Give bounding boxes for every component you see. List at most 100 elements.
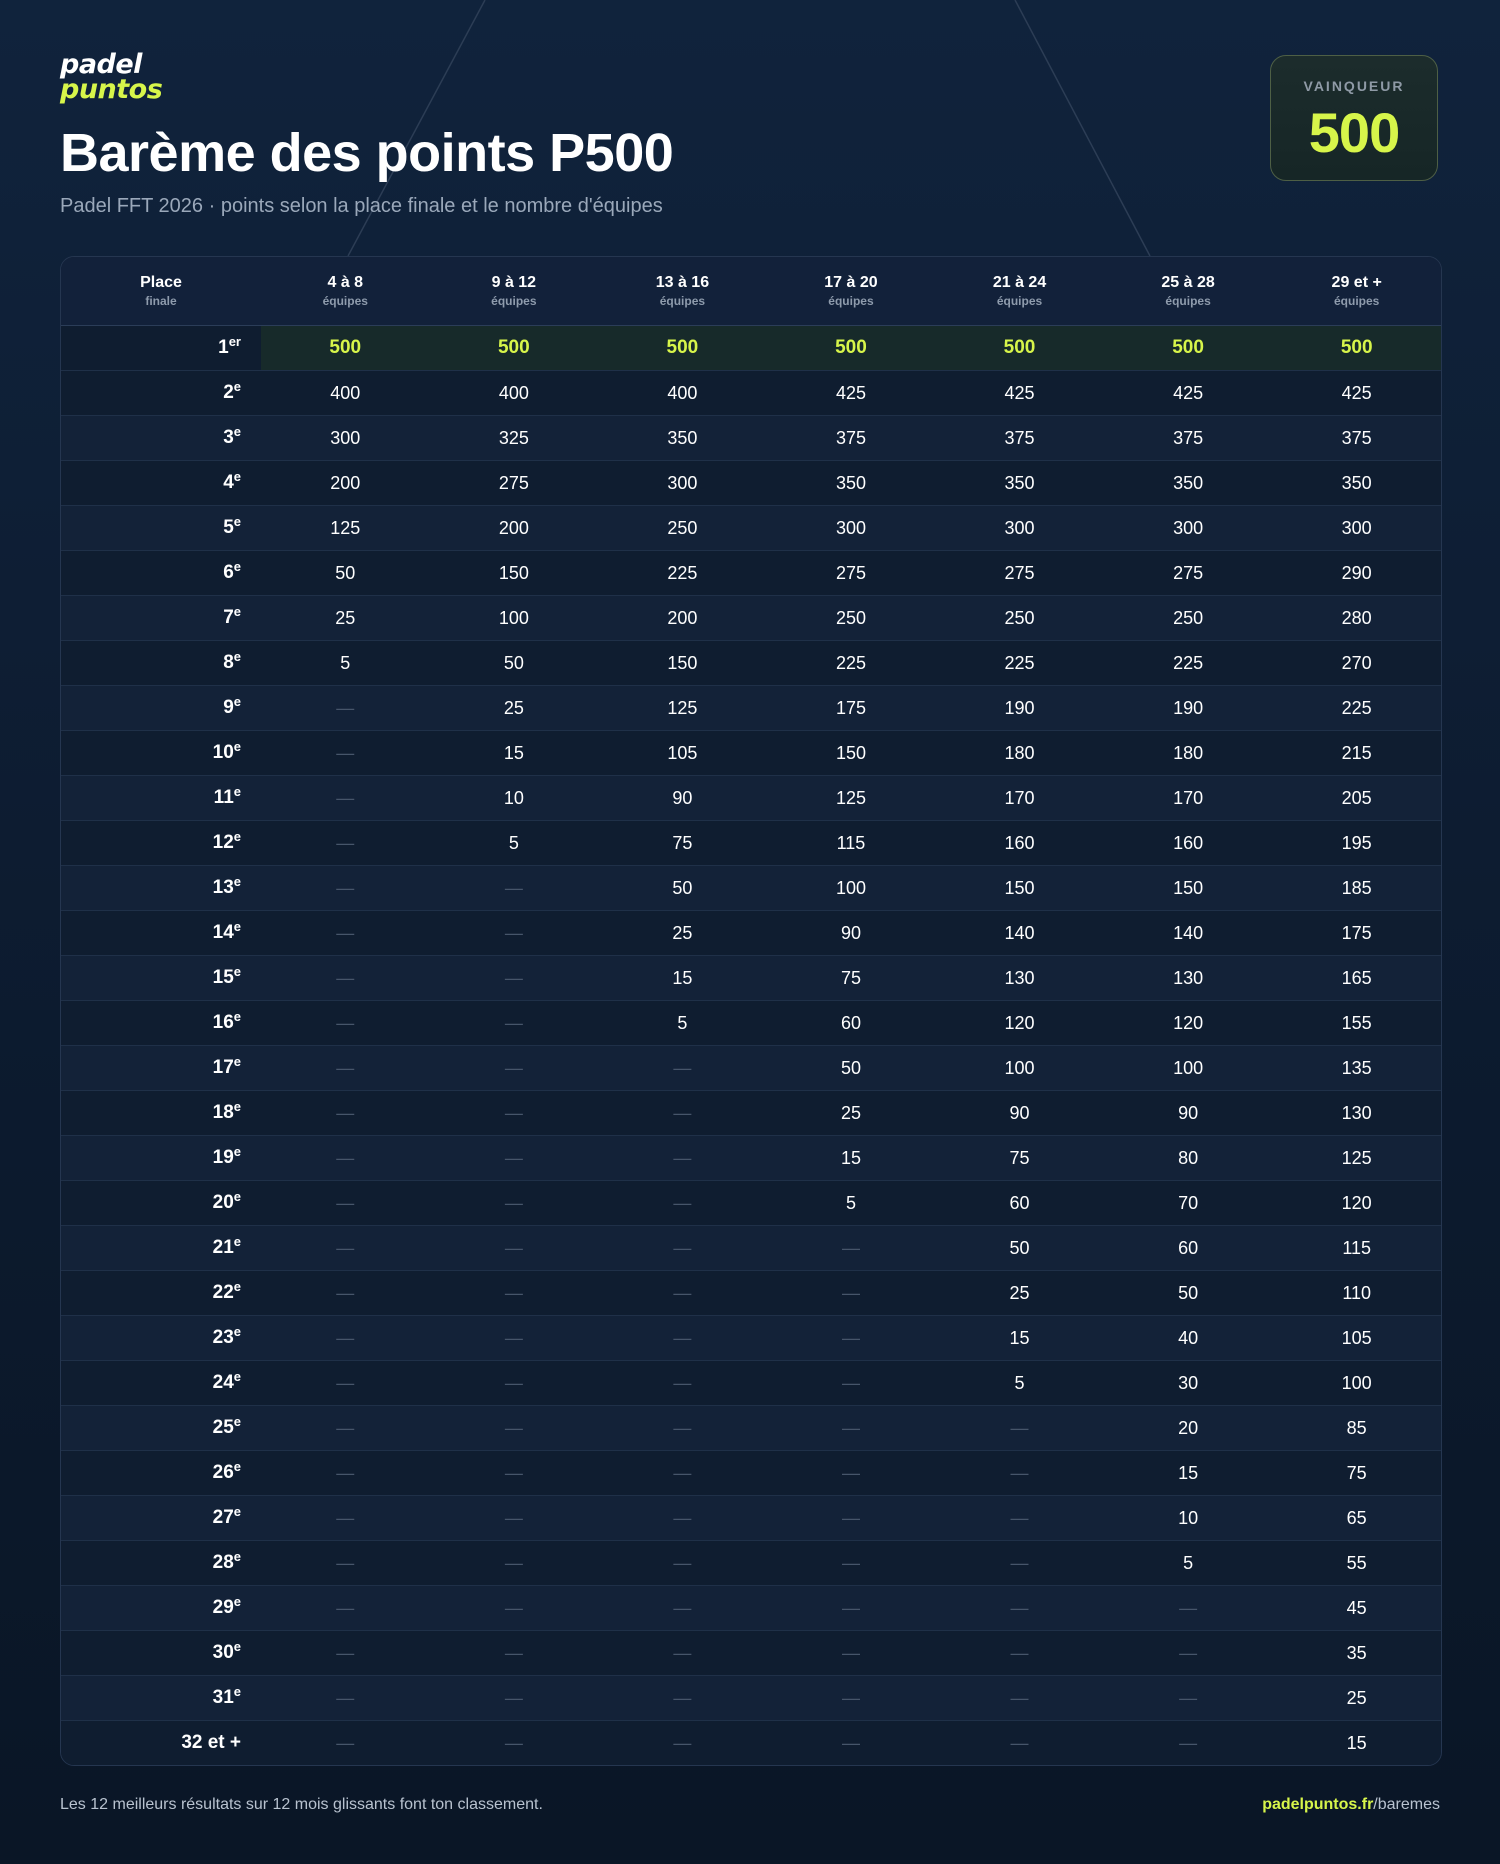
points-cell: 155 bbox=[1272, 1000, 1441, 1046]
place-cell: 23e bbox=[61, 1315, 261, 1361]
points-cell: — bbox=[598, 1720, 767, 1765]
place-number: 21 bbox=[212, 1237, 234, 1258]
table-row: 15e — —15 75 130 130 165 bbox=[61, 955, 1441, 1001]
points-cell: 25 bbox=[766, 1090, 936, 1136]
winner-label: VAINQUEUR bbox=[1303, 78, 1405, 94]
points-cell: 250 bbox=[1103, 595, 1273, 641]
points-cell: — bbox=[261, 1630, 430, 1676]
points-cell: — bbox=[766, 1585, 936, 1631]
place-suffix: e bbox=[233, 1009, 241, 1024]
points-cell: 125 bbox=[261, 505, 430, 551]
place-suffix: e bbox=[233, 1684, 241, 1699]
points-cell: — bbox=[429, 1225, 599, 1271]
place-suffix: e bbox=[233, 1054, 241, 1069]
points-cell: 150 bbox=[598, 640, 767, 686]
points-cell: 170 bbox=[1103, 775, 1273, 821]
points-cell: 50 bbox=[935, 1225, 1104, 1271]
column-header-subtitle: équipes bbox=[491, 294, 537, 308]
points-cell: — bbox=[261, 1585, 430, 1631]
points-cell: 160 bbox=[1103, 820, 1273, 866]
table-row: 32 et + — — — — — —15 bbox=[61, 1720, 1441, 1765]
table-row: 25e — — — — —20 85 bbox=[61, 1405, 1441, 1451]
place-cell: 4e bbox=[61, 460, 261, 506]
place-suffix: e bbox=[233, 1594, 241, 1609]
column-header-4-8: 4 à 8 équipes bbox=[261, 257, 430, 326]
table-row: 10e —15 105 150 180 180 215 bbox=[61, 730, 1441, 776]
points-cell: 100 bbox=[1272, 1360, 1441, 1406]
points-cell: 5 bbox=[261, 640, 430, 686]
table-row: 18e — — —25 90 90 130 bbox=[61, 1090, 1441, 1136]
points-cell: 175 bbox=[1272, 910, 1441, 956]
points-cell: 100 bbox=[935, 1045, 1104, 1091]
points-cell: 100 bbox=[429, 595, 599, 641]
winner-badge: VAINQUEUR 500 bbox=[1270, 55, 1438, 181]
place-cell: 25e bbox=[61, 1405, 261, 1451]
points-cell: 300 bbox=[1103, 505, 1273, 551]
place-suffix: e bbox=[233, 604, 241, 619]
points-cell: 225 bbox=[766, 640, 936, 686]
place-cell: 10e bbox=[61, 730, 261, 776]
column-header-21-24: 21 à 24 équipes bbox=[935, 257, 1104, 326]
points-cell: 90 bbox=[935, 1090, 1104, 1136]
column-header-place-title: Place bbox=[140, 274, 182, 291]
points-cell: — bbox=[261, 1675, 430, 1721]
points-cell: 115 bbox=[1272, 1225, 1441, 1271]
points-cell: — bbox=[598, 1270, 767, 1316]
points-cell: — bbox=[766, 1405, 936, 1451]
winner-value: 500 bbox=[1308, 101, 1400, 164]
points-cell: — bbox=[598, 1225, 767, 1271]
points-cell: — bbox=[261, 1315, 430, 1361]
place-suffix: er bbox=[228, 334, 241, 349]
table-row: 19e — — —15 75 80 125 bbox=[61, 1135, 1441, 1181]
points-cell: 160 bbox=[935, 820, 1104, 866]
place-number: 26 bbox=[212, 1462, 234, 1483]
place-suffix: e bbox=[233, 1324, 241, 1339]
points-cell: 150 bbox=[429, 550, 599, 596]
points-cell: 100 bbox=[766, 865, 936, 911]
points-cell: — bbox=[429, 1720, 599, 1765]
points-cell: — bbox=[935, 1495, 1104, 1541]
place-suffix: e bbox=[233, 379, 241, 394]
points-cell: 135 bbox=[1272, 1045, 1441, 1091]
table-row: 13e — —50 100 150 150 185 bbox=[61, 865, 1441, 911]
points-cell: 150 bbox=[1103, 865, 1273, 911]
table-row: 3e 300 325 350 375 375 375 375 bbox=[61, 415, 1441, 461]
place-cell: 12e bbox=[61, 820, 261, 866]
place-number: 10 bbox=[212, 742, 234, 763]
place-suffix: e bbox=[233, 1234, 241, 1249]
points-cell: 400 bbox=[261, 370, 430, 416]
points-cell: — bbox=[429, 1315, 599, 1361]
points-cell: 185 bbox=[1272, 865, 1441, 911]
place-suffix: e bbox=[233, 1369, 241, 1384]
points-cell: — bbox=[261, 685, 430, 731]
points-cell: 120 bbox=[1103, 1000, 1273, 1046]
points-cell: 40 bbox=[1103, 1315, 1273, 1361]
place-cell: 30e bbox=[61, 1630, 261, 1676]
place-suffix: e bbox=[233, 424, 241, 439]
place-cell: 13e bbox=[61, 865, 261, 911]
place-suffix: e bbox=[233, 469, 241, 484]
points-cell: — bbox=[429, 1090, 599, 1136]
points-cell: — bbox=[935, 1585, 1104, 1631]
table-row: 28e — — — — —5 55 bbox=[61, 1540, 1441, 1586]
points-cell: — bbox=[766, 1315, 936, 1361]
place-cell: 28e bbox=[61, 1540, 261, 1586]
place-cell: 7e bbox=[61, 595, 261, 641]
points-cell: 300 bbox=[766, 505, 936, 551]
points-cell: — bbox=[935, 1720, 1104, 1765]
points-cell: 15 bbox=[1272, 1720, 1441, 1765]
column-header-subtitle: équipes bbox=[996, 294, 1043, 308]
points-cell: — bbox=[598, 1405, 767, 1451]
place-suffix: e bbox=[233, 829, 241, 844]
footer-link[interactable]: padelpuntos.fr/baremes bbox=[1262, 1796, 1440, 1814]
points-cell: 125 bbox=[766, 775, 936, 821]
points-cell: — bbox=[261, 1720, 430, 1765]
points-cell: 225 bbox=[598, 550, 767, 596]
column-header-title: 21 à 24 bbox=[992, 274, 1047, 291]
points-cell: — bbox=[261, 1225, 430, 1271]
points-cell: 130 bbox=[935, 955, 1104, 1001]
points-cell: — bbox=[598, 1540, 767, 1586]
points-cell: 225 bbox=[1103, 640, 1273, 686]
points-cell: 140 bbox=[935, 910, 1104, 956]
place-cell: 15e bbox=[61, 955, 261, 1001]
